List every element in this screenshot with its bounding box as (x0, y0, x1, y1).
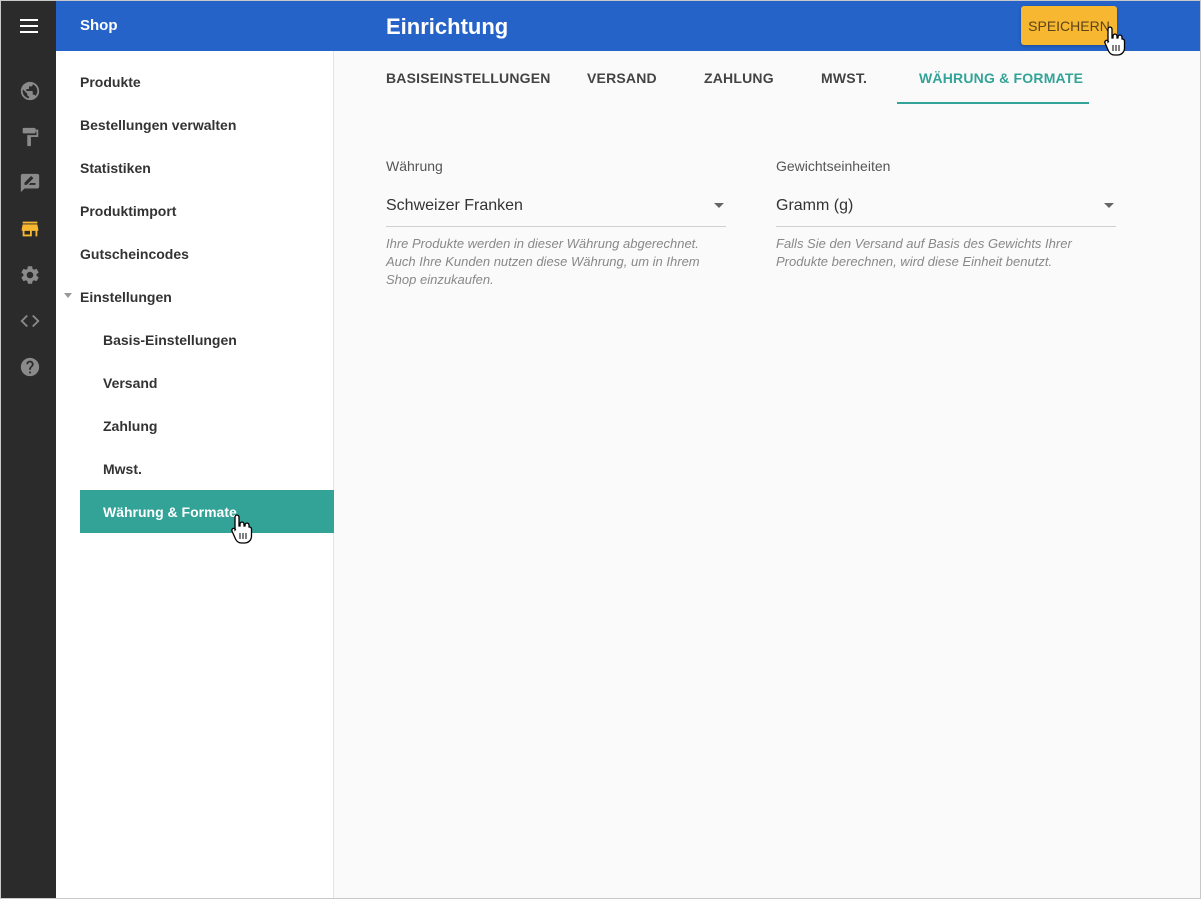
sidebar-item-bestellungen[interactable]: Bestellungen verwalten (80, 103, 334, 146)
hint-line: Auch Ihre Kunden nutzen diese Währung, u… (386, 254, 700, 269)
sidebar-item-gutscheincodes[interactable]: Gutscheincodes (80, 232, 334, 275)
dropdown-arrow-icon (714, 203, 724, 208)
sidebar-item-label: Produktimport (80, 202, 177, 219)
icon-rail (1, 51, 56, 898)
sidebar-item-label: Versand (103, 374, 158, 391)
active-tab-indicator (897, 102, 1089, 104)
store-icon[interactable] (19, 218, 41, 240)
sidebar-subitem-basis-einstellungen[interactable]: Basis-Einstellungen (80, 318, 334, 361)
sidebar: Produkte Bestellungen verwalten Statisti… (56, 51, 334, 898)
hint-line: Ihre Produkte werden in dieser Währung a… (386, 236, 699, 251)
weight-hint: Falls Sie den Versand auf Basis des Gewi… (776, 235, 1121, 271)
sidebar-subitem-mwst[interactable]: Mwst. (80, 447, 334, 490)
tab-basiseinstellungen[interactable]: BASISEINSTELLUNGEN (386, 51, 551, 104)
sidebar-item-label: Zahlung (103, 417, 158, 434)
help-icon[interactable] (19, 356, 41, 378)
sidebar-item-label: Produkte (80, 73, 141, 90)
currency-select[interactable]: Schweizer Franken (386, 186, 726, 227)
signature-icon[interactable] (19, 172, 41, 194)
currency-value: Schweizer Franken (386, 197, 523, 214)
hint-line: Falls Sie den Versand auf Basis des Gewi… (776, 236, 1072, 251)
section-title: Shop (80, 17, 118, 34)
sidebar-item-einstellungen[interactable]: Einstellungen (64, 275, 334, 318)
sidebar-subitem-zahlung[interactable]: Zahlung (80, 404, 334, 447)
sidebar-item-label: Mwst. (103, 460, 142, 477)
sidebar-item-label: Statistiken (80, 159, 151, 176)
sidebar-item-label: Währung & Formate (103, 503, 237, 520)
sidebar-item-label: Einstellungen (80, 288, 172, 305)
tab-versand[interactable]: VERSAND (587, 51, 657, 104)
save-button[interactable]: SPEICHERN (1021, 6, 1117, 45)
tab-bar: BASISEINSTELLUNGEN VERSAND ZAHLUNG MWST.… (334, 51, 1200, 104)
menu-icon[interactable] (1, 1, 56, 51)
globe-icon[interactable] (19, 80, 41, 102)
page-title: Einrichtung (386, 14, 509, 39)
currency-label: Währung (386, 158, 443, 174)
sidebar-item-produktimport[interactable]: Produktimport (80, 189, 334, 232)
paint-roller-icon[interactable] (19, 126, 41, 148)
app-window: Shop Einrichtung SPEICHERN Produkte Best… (0, 0, 1201, 899)
weight-value: Gramm (g) (776, 197, 854, 214)
caret-down-icon[interactable] (64, 293, 72, 298)
sidebar-item-label: Bestellungen verwalten (80, 116, 237, 133)
sidebar-item-label: Basis-Einstellungen (103, 331, 237, 348)
currency-hint: Ihre Produkte werden in dieser Währung a… (386, 235, 731, 289)
tab-zahlung[interactable]: ZAHLUNG (704, 51, 774, 104)
sidebar-subitem-waehrung-formate[interactable]: Währung & Formate (80, 490, 334, 533)
sidebar-subitem-versand[interactable]: Versand (80, 361, 334, 404)
sidebar-item-produkte[interactable]: Produkte (80, 60, 334, 103)
code-icon[interactable] (19, 310, 41, 332)
hint-line: Produkte berechnen, wird diese Einheit b… (776, 254, 1053, 269)
dropdown-arrow-icon (1104, 203, 1114, 208)
weight-select[interactable]: Gramm (g) (776, 186, 1116, 227)
sidebar-item-label: Gutscheincodes (80, 245, 189, 262)
sidebar-item-statistiken[interactable]: Statistiken (80, 146, 334, 189)
hint-line: Shop einzukaufen. (386, 272, 494, 287)
tab-waehrung-formate[interactable]: WÄHRUNG & FORMATE (919, 51, 1083, 104)
top-bar: Shop Einrichtung SPEICHERN (1, 1, 1200, 51)
tab-mwst[interactable]: MWST. (821, 51, 867, 104)
gear-icon[interactable] (19, 264, 41, 286)
weight-label: Gewichtseinheiten (776, 158, 891, 174)
